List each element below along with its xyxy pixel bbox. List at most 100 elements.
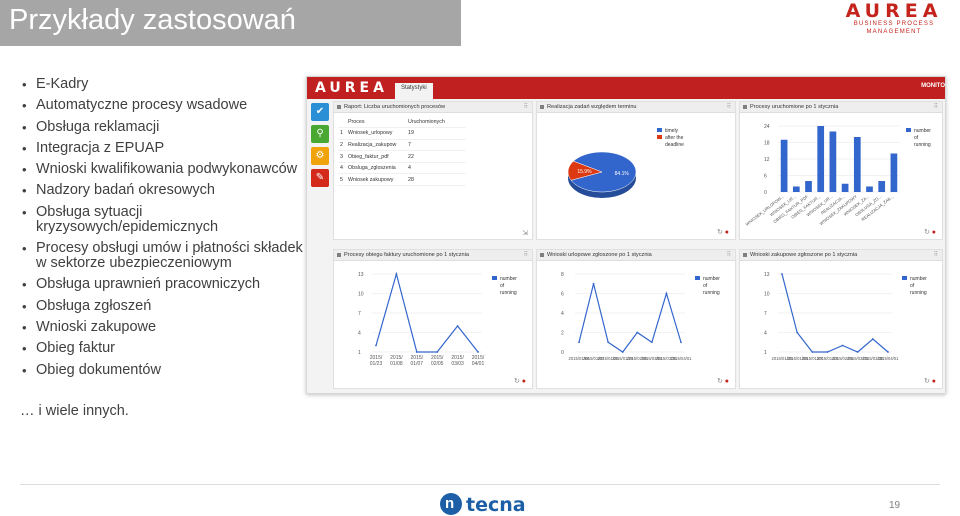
legend-label: deadline — [665, 142, 684, 148]
expand-icon[interactable]: ⇲ — [522, 229, 528, 237]
close-icon[interactable]: ● — [725, 378, 729, 385]
pie-title: Realizacja zadań względem terminu — [547, 104, 637, 110]
panel-footer: ↻ ● — [924, 377, 936, 385]
x-tick-label: 01/23 — [370, 361, 383, 367]
data-point — [680, 341, 682, 344]
table-row[interactable]: 1 Wniosek_urlopowy 19 — [338, 127, 466, 140]
legend-label: of — [703, 283, 708, 289]
y-tick-label: 0 — [764, 190, 767, 196]
report-title: Raport: Liczba uruchomionych procesów — [344, 104, 446, 110]
y-tick-label: 0 — [561, 350, 564, 356]
dashboard-screenshot: AUREA Statystyki MONITO ✔ ⚲ ⚙ ✎ Raport: … — [306, 76, 946, 394]
close-icon[interactable]: ● — [932, 378, 936, 385]
table-row[interactable]: 5 Wniosek zakupowy 28 — [338, 173, 466, 187]
x-tick-label: 01/07 — [411, 361, 424, 367]
data-point — [578, 341, 580, 344]
x-tick-label: 04/01 — [472, 361, 485, 367]
data-point — [811, 351, 814, 353]
bar-panel: Procesy uruchomione po 1 stycznia ⠿ 24 18 1… — [739, 101, 943, 240]
data-point — [477, 351, 479, 353]
data-point — [856, 351, 859, 353]
x-tick-label: 02/05 — [431, 361, 444, 367]
drag-handle-icon[interactable]: ⠿ — [727, 102, 731, 112]
table-row[interactable]: 2 Realizacja_zakupow 7 — [338, 139, 466, 152]
data-point — [607, 341, 610, 344]
close-icon[interactable]: ● — [932, 229, 936, 236]
data-point — [650, 341, 653, 344]
panel-header: Realizacja zadań względem terminu ⠿ — [537, 102, 735, 113]
panel-header: Procesy uruchomione po 1 stycznia ⠿ — [740, 102, 942, 113]
table-cell-name: Obsluga_zgloszenia — [346, 162, 406, 175]
x-tick-label: 03/03 — [451, 361, 464, 367]
legend-swatch — [902, 276, 907, 280]
refresh-icon[interactable]: ↻ — [924, 229, 930, 236]
table-cell-count: 28 — [406, 173, 466, 187]
y-tick-label: 1 — [764, 350, 767, 356]
footer-divider — [20, 484, 940, 485]
legend-label: number — [914, 128, 931, 134]
refresh-icon[interactable]: ↻ — [924, 378, 930, 385]
data-point — [436, 351, 439, 353]
bullet-item: Obieg faktur — [22, 341, 312, 357]
aurea-logo: AUREA BUSINESS PROCESS MANAGEMENT — [834, 2, 954, 36]
check-icon[interactable]: ✔ — [311, 103, 329, 121]
refresh-icon[interactable]: ↻ — [717, 378, 723, 385]
table-cell-name: Wniosek zakupowy — [346, 173, 406, 187]
data-point — [395, 273, 398, 275]
table-cell-n: 5 — [338, 173, 346, 187]
y-tick-label: 7 — [358, 311, 361, 317]
bar — [817, 126, 825, 192]
gear-icon[interactable]: ⚙ — [311, 147, 329, 165]
more-text: … i wiele innych. — [20, 403, 129, 419]
close-icon[interactable]: ● — [725, 229, 729, 236]
table-cell-name: Obieg_faktur_pdf — [346, 150, 406, 163]
table-cell-count: 19 — [406, 127, 466, 140]
bar-title: Procesy uruchomione po 1 stycznia — [750, 104, 839, 110]
data-point — [456, 325, 459, 327]
refresh-icon[interactable]: ↻ — [717, 229, 723, 236]
refresh-icon[interactable]: ↻ — [514, 378, 520, 385]
tecna-logo-word: tecna — [466, 494, 526, 516]
dashboard-sidebar: ✔ ⚲ ⚙ ✎ — [311, 103, 331, 191]
topbar-monitor-link[interactable]: MONITO — [921, 83, 945, 89]
table-row[interactable]: 3 Obieg_faktur_pdf 22 — [338, 150, 466, 163]
legend-label: number — [703, 276, 720, 282]
pie-panel: Realizacja zadań względem terminu ⠿ 84.1%… — [536, 101, 736, 240]
data-point — [796, 331, 799, 334]
legend-swatch — [492, 276, 497, 280]
table-row[interactable]: 4 Obsluga_zgloszenia 4 — [338, 162, 466, 175]
drag-handle-icon[interactable]: ⠿ — [934, 250, 938, 260]
drag-handle-icon[interactable]: ⠿ — [524, 250, 528, 260]
line-panel-purchase: Wnioski zakupowe zgłoszone po 1 stycznia… — [739, 249, 943, 389]
y-tick-label: 24 — [764, 124, 770, 130]
bullet-list: E-Kadry Automatyczne procesy wsadowe Obsłu… — [22, 77, 312, 384]
panel-header: Wnioski urlopowe zgłoszone po 1 stycznia… — [537, 250, 735, 261]
y-tick-label: 1 — [358, 350, 361, 356]
bar — [878, 181, 886, 192]
bar — [853, 137, 861, 192]
legend-label: of — [910, 283, 915, 289]
drag-handle-icon[interactable]: ⠿ — [727, 250, 731, 260]
tecna-logo-mark: n — [440, 493, 462, 515]
tree-icon[interactable]: ⚲ — [311, 125, 329, 143]
y-tick-label: 4 — [358, 331, 361, 337]
legend-swatch — [695, 276, 700, 280]
drag-handle-icon[interactable]: ⠿ — [934, 102, 938, 112]
edit-icon[interactable]: ✎ — [311, 169, 329, 187]
data-point — [375, 344, 377, 347]
data-point — [781, 273, 783, 275]
data-point — [871, 338, 874, 340]
dashboard-brand: AUREA — [315, 80, 388, 96]
y-tick-label: 10 — [358, 292, 364, 298]
bullet-item: Obsługa uprawnień pracowniczych — [22, 277, 312, 293]
close-icon[interactable]: ● — [522, 378, 526, 385]
table-cell-count: 7 — [406, 139, 466, 152]
y-tick-label: 7 — [764, 311, 767, 317]
tab-statystyki[interactable]: Statystyki — [395, 83, 433, 99]
page-number: 19 — [889, 500, 901, 511]
data-point — [665, 292, 668, 295]
legend-label: running — [703, 290, 720, 296]
bar — [829, 131, 837, 192]
drag-handle-icon[interactable]: ⠿ — [524, 102, 528, 112]
y-tick-label: 10 — [764, 292, 770, 298]
